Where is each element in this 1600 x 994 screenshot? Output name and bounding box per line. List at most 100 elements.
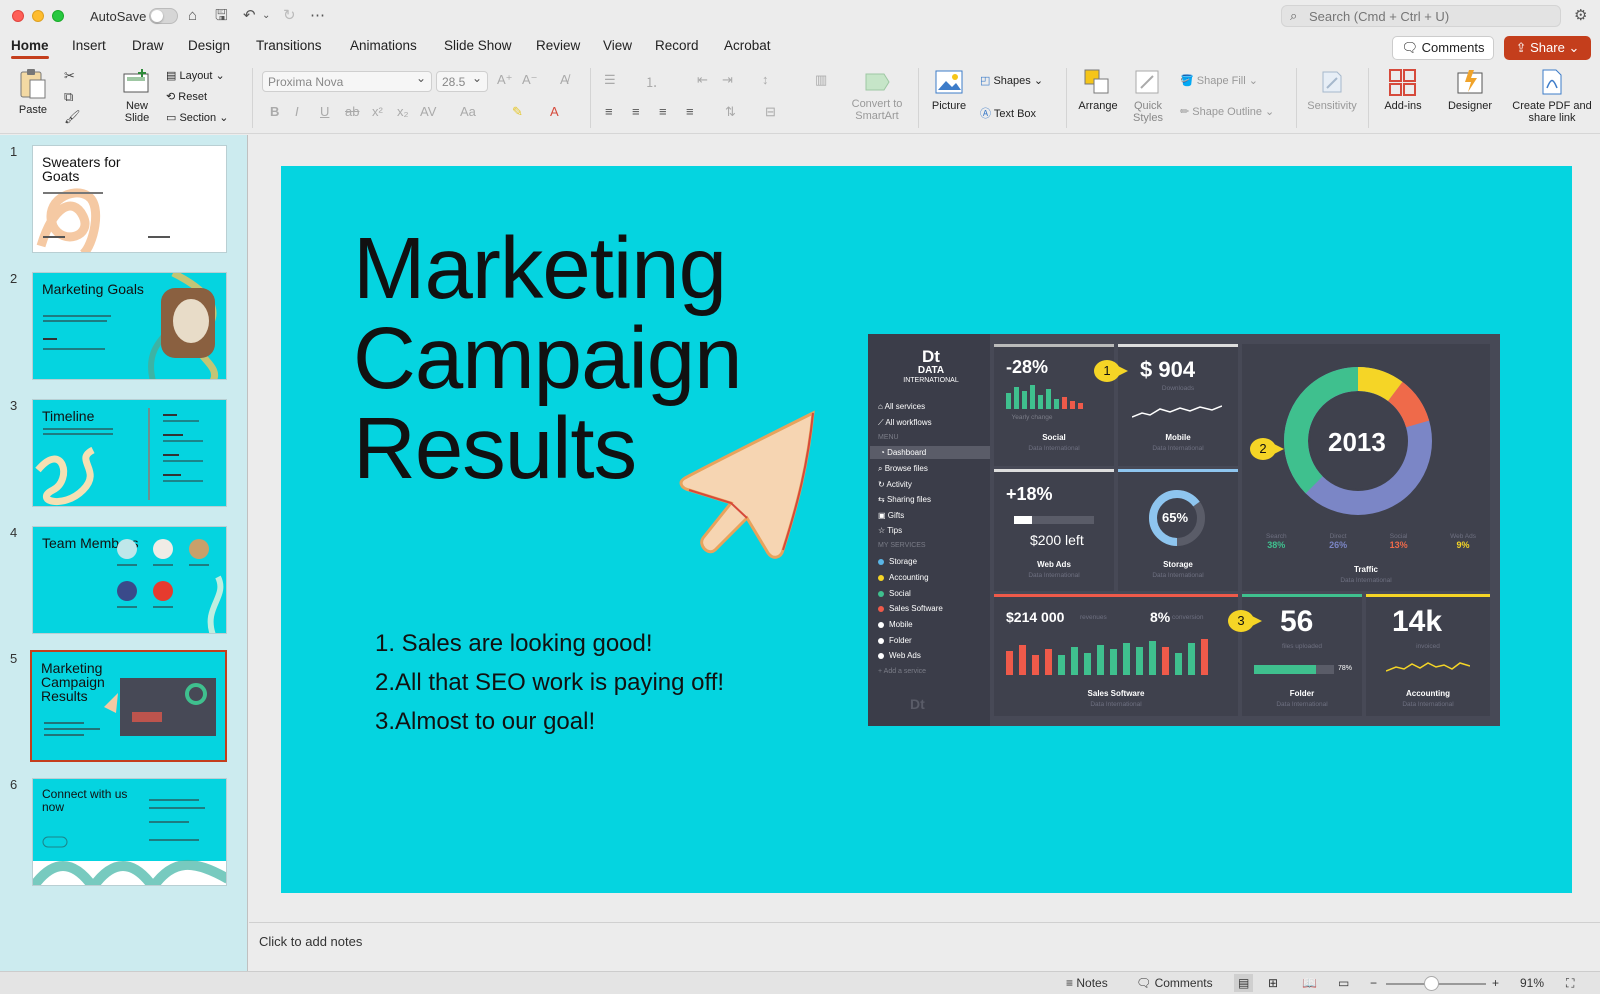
close-window-button[interactable] xyxy=(12,10,24,22)
text-box-icon: Ⓐ xyxy=(980,108,991,120)
zoom-level[interactable]: 91% xyxy=(1520,976,1544,990)
more-icon[interactable]: ⋯ xyxy=(310,6,325,26)
highlight-icon[interactable]: ✎ xyxy=(512,104,523,120)
undo-icon[interactable]: ↶ xyxy=(243,6,256,26)
align-center-icon[interactable]: ≡ xyxy=(632,104,640,119)
slide-thumbnail-4[interactable]: Team Members xyxy=(32,526,227,634)
home-icon[interactable]: ⌂ xyxy=(188,6,197,26)
search-box[interactable]: ⌕ xyxy=(1281,5,1561,27)
dashboard-image[interactable]: Dt DATA INTERNATIONAL ⌂ All services ⟋ A… xyxy=(868,334,1500,726)
tab-acrobat[interactable]: Acrobat xyxy=(724,38,771,53)
undo-dropdown-icon[interactable]: ⌄ xyxy=(262,6,270,26)
columns-icon[interactable]: ▥ xyxy=(815,72,827,88)
numbering-icon[interactable]: ⒈ xyxy=(645,72,658,91)
change-case-icon[interactable]: Aa xyxy=(460,104,476,119)
line-spacing-icon[interactable]: ↕ xyxy=(762,72,769,87)
justify-icon[interactable]: ≡ xyxy=(686,104,694,119)
reading-view-icon[interactable]: 📖 xyxy=(1302,976,1317,990)
current-slide[interactable]: Marketing Campaign Results 1. Sales are … xyxy=(281,166,1572,893)
font-size-dropdown[interactable]: 28.5 xyxy=(436,71,488,92)
tab-view[interactable]: View xyxy=(603,38,632,53)
picture-button[interactable]: Picture xyxy=(928,68,970,112)
tab-draw[interactable]: Draw xyxy=(132,38,164,53)
convert-smartart-label: Convert to SmartArt xyxy=(851,98,903,122)
strikethrough-icon[interactable]: ab xyxy=(345,104,359,119)
superscript-icon[interactable]: x² xyxy=(372,104,383,119)
shape-fill-button[interactable]: 🪣 Shape Fill ⌄ xyxy=(1180,74,1258,87)
comments-button[interactable]: 🗨 Comments xyxy=(1392,36,1494,60)
increase-font-icon[interactable]: A⁺ xyxy=(497,72,513,88)
fit-to-window-icon[interactable]: ⛶ xyxy=(1566,976,1574,991)
bold-icon[interactable]: B xyxy=(270,104,279,119)
italic-icon[interactable]: I xyxy=(295,104,299,119)
web-ads-progress-fill xyxy=(1014,516,1032,524)
tab-home[interactable]: Home xyxy=(11,38,49,59)
tab-record[interactable]: Record xyxy=(655,38,699,53)
slide-thumbnail-2[interactable]: Marketing Goals xyxy=(32,272,227,380)
layout-button[interactable]: ▤ Layout ⌄ xyxy=(166,69,225,82)
zoom-window-button[interactable] xyxy=(52,10,64,22)
zoom-out-icon[interactable]: − xyxy=(1370,976,1377,990)
increase-indent-icon[interactable]: ⇥ xyxy=(722,72,733,88)
section-button[interactable]: ▭ Section ⌄ xyxy=(166,111,228,124)
create-pdf-button[interactable]: Create PDF and share link xyxy=(1512,68,1592,124)
slide-thumbnail-1[interactable]: Sweaters for Goats xyxy=(32,145,227,253)
tab-slide-show[interactable]: Slide Show xyxy=(444,38,512,53)
decrease-font-icon[interactable]: A⁻ xyxy=(522,72,538,88)
slide-thumbnail-3[interactable]: Timeline xyxy=(32,399,227,507)
slide-thumbnail-5[interactable]: Marketing Campaign Results xyxy=(30,650,227,762)
quick-styles-button[interactable]: Quick Styles xyxy=(1128,68,1168,124)
arrange-button[interactable]: Arrange xyxy=(1074,68,1122,112)
account-icon[interactable]: ⚙ xyxy=(1574,6,1587,26)
align-text-icon[interactable]: ⊟ xyxy=(765,104,776,120)
zoom-in-icon[interactable]: + xyxy=(1492,976,1499,990)
share-button[interactable]: ⇪ Share ⌄ xyxy=(1504,36,1591,60)
notes-toggle-button[interactable]: ≡ Notes xyxy=(1066,976,1108,990)
designer-button[interactable]: Designer xyxy=(1442,68,1498,112)
minimize-window-button[interactable] xyxy=(32,10,44,22)
normal-view-icon[interactable]: ▤ xyxy=(1234,974,1254,992)
subscript-icon[interactable]: x₂ xyxy=(397,104,409,119)
paste-button[interactable]: Paste xyxy=(12,68,54,116)
notes-placeholder[interactable]: Click to add notes xyxy=(259,934,362,949)
cut-icon[interactable]: ✂ xyxy=(64,68,75,84)
autosave-toggle[interactable] xyxy=(149,8,178,24)
shape-outline-button[interactable]: ✏ Shape Outline ⌄ xyxy=(1180,105,1274,118)
align-left-icon[interactable]: ≡ xyxy=(605,104,613,119)
comments-toggle-button[interactable]: 🗨 Comments xyxy=(1136,976,1213,990)
redo-icon[interactable]: ↻ xyxy=(283,6,296,26)
tab-insert[interactable]: Insert xyxy=(72,38,106,53)
convert-smartart-button[interactable]: Convert to SmartArt xyxy=(846,70,908,122)
notes-pane[interactable]: Click to add notes xyxy=(249,922,1600,971)
tab-review[interactable]: Review xyxy=(536,38,580,53)
text-box-button[interactable]: Ⓐ Text Box xyxy=(980,105,1036,121)
dash-panel-accounting: 14k invoiced Accounting Data Internation… xyxy=(1366,594,1490,716)
slide-bullet-list[interactable]: 1. Sales are looking good! 2.All that SE… xyxy=(375,624,724,741)
tab-animations[interactable]: Animations xyxy=(350,38,417,53)
sensitivity-button[interactable]: Sensitivity xyxy=(1304,68,1360,112)
format-painter-icon[interactable]: 🖌 xyxy=(64,109,81,125)
save-icon[interactable]: 🖫 xyxy=(215,6,228,26)
new-slide-button[interactable]: New Slide xyxy=(116,68,158,124)
align-right-icon[interactable]: ≡ xyxy=(659,104,667,119)
add-ins-button[interactable]: Add-ins xyxy=(1378,68,1428,112)
slide-show-icon[interactable]: ▭ xyxy=(1338,976,1349,990)
font-color-icon[interactable]: A xyxy=(550,104,559,119)
tab-design[interactable]: Design xyxy=(188,38,230,53)
decrease-indent-icon[interactable]: ⇤ xyxy=(697,72,708,88)
slide-sorter-icon[interactable]: ⊞ xyxy=(1268,976,1278,990)
reset-button[interactable]: ⟲ Reset xyxy=(166,90,207,103)
bullets-icon[interactable]: ☰ xyxy=(604,72,616,88)
search-input[interactable] xyxy=(1309,8,1554,24)
thumbnail-decoration xyxy=(35,408,203,506)
tab-transitions[interactable]: Transitions xyxy=(256,38,322,53)
underline-icon[interactable]: U xyxy=(320,104,329,119)
copy-icon[interactable]: ⧉ xyxy=(64,89,73,105)
font-name-dropdown[interactable]: Proxima Nova xyxy=(262,71,432,92)
character-spacing-icon[interactable]: AV xyxy=(420,104,436,119)
slide-thumbnail-6[interactable]: Connect with us now xyxy=(32,778,227,886)
clear-formatting-icon[interactable]: A̸ xyxy=(560,72,569,87)
zoom-slider-handle[interactable] xyxy=(1424,976,1439,991)
shapes-button[interactable]: ◰ Shapes ⌄ xyxy=(980,74,1043,87)
text-direction-icon[interactable]: ⇅ xyxy=(725,104,736,120)
